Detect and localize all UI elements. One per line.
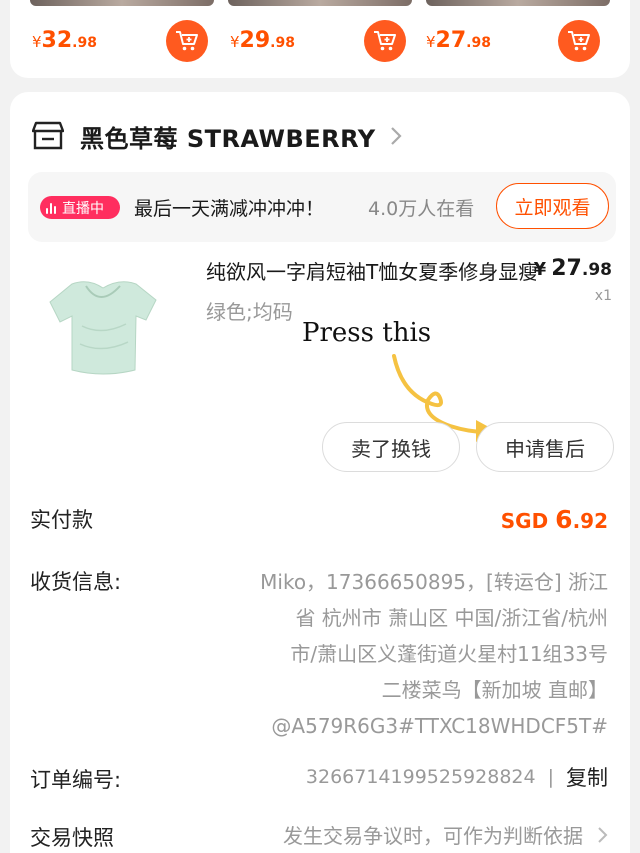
- shop-icon: [32, 121, 64, 150]
- shop-name: 黑色草莓 STRAWBERRY: [80, 124, 376, 153]
- copy-button[interactable]: 复制: [566, 762, 608, 792]
- live-promo-text: 最后一天满减冲冲冲！: [134, 198, 325, 220]
- order-number-row: 3266714199525928824 | 复制: [306, 762, 608, 792]
- separator: |: [547, 766, 554, 788]
- add-to-cart-button[interactable]: [364, 20, 406, 62]
- resell-button[interactable]: 卖了换钱: [322, 422, 460, 472]
- address-line: Miko，17366650895，[转运仓] 浙江: [260, 570, 608, 594]
- add-to-cart-button[interactable]: [558, 20, 600, 62]
- product-thumbnail[interactable]: [228, 0, 412, 6]
- after-sale-button[interactable]: 申请售后: [476, 422, 614, 472]
- product-title[interactable]: 纯欲风一字肩短袖T恤女夏季修身显瘦: [206, 256, 536, 285]
- recommendation-strip: ¥32.98 ¥29.98 ¥27.98: [10, 0, 630, 78]
- address-line: 市/萧山区义蓬街道火星村11组33号: [290, 642, 608, 666]
- shipping-address[interactable]: Miko，17366650895，[转运仓] 浙江 省 杭州市 萧山区 中国/浙…: [198, 564, 608, 744]
- live-badge: 直播中: [40, 196, 120, 219]
- annotation-label: Press this: [302, 318, 432, 348]
- address-line: 二楼菜鸟【新加坡 直邮】: [381, 678, 608, 702]
- shipping-label: 收货信息:: [30, 570, 122, 594]
- address-line: 省 杭州市 萧山区 中国/浙江省/杭州: [295, 606, 608, 630]
- snapshot-label: 交易快照: [30, 826, 114, 850]
- order-number-label: 订单编号:: [30, 768, 122, 792]
- live-viewer-count: 4.0万人在看: [368, 198, 475, 220]
- add-to-cart-button[interactable]: [166, 20, 208, 62]
- recommendation-item[interactable]: ¥27.98: [426, 20, 606, 62]
- snapshot-description: 发生交易争议时，可作为判断依据: [283, 824, 583, 848]
- item-price: ¥27.98: [426, 28, 491, 53]
- cart-icon: [568, 31, 590, 51]
- product-variant: 绿色;均码: [206, 300, 293, 324]
- paid-amount: SGD 6.92: [500, 505, 608, 534]
- paid-label: 实付款: [30, 508, 93, 532]
- live-badge-label: 直播中: [62, 200, 104, 217]
- product-thumbnail[interactable]: [426, 0, 610, 6]
- cart-icon: [176, 31, 198, 51]
- chevron-right-icon: [598, 826, 608, 843]
- live-bars-icon: [46, 202, 58, 214]
- item-price: ¥29.98: [230, 28, 295, 53]
- item-price: ¥32.98: [32, 28, 97, 53]
- product-image[interactable]: [38, 264, 168, 394]
- product-quantity: x1: [594, 288, 612, 304]
- watch-now-button[interactable]: 立即观看: [496, 183, 609, 229]
- order-number: 3266714199525928824: [305, 766, 536, 788]
- product-price: ¥ 27.98: [533, 256, 612, 281]
- shop-header[interactable]: 黑色草莓 STRAWBERRY: [32, 116, 402, 156]
- cart-icon: [374, 31, 396, 51]
- recommendation-item[interactable]: ¥32.98: [32, 20, 212, 62]
- live-banner[interactable]: 直播中 最后一天满减冲冲冲！ 4.0万人在看 立即观看: [28, 172, 616, 242]
- order-card: 黑色草莓 STRAWBERRY 直播中 最后一天满减冲冲冲！ 4.0万人在看 立…: [10, 92, 630, 853]
- chevron-right-icon: [390, 127, 402, 145]
- transaction-snapshot-link[interactable]: 发生交易争议时，可作为判断依据: [283, 820, 608, 849]
- address-line: @A579R6G3#TTXC18WHDCF5T#: [271, 714, 608, 738]
- recommendation-item[interactable]: ¥29.98: [230, 20, 410, 62]
- product-thumbnail[interactable]: [30, 0, 214, 6]
